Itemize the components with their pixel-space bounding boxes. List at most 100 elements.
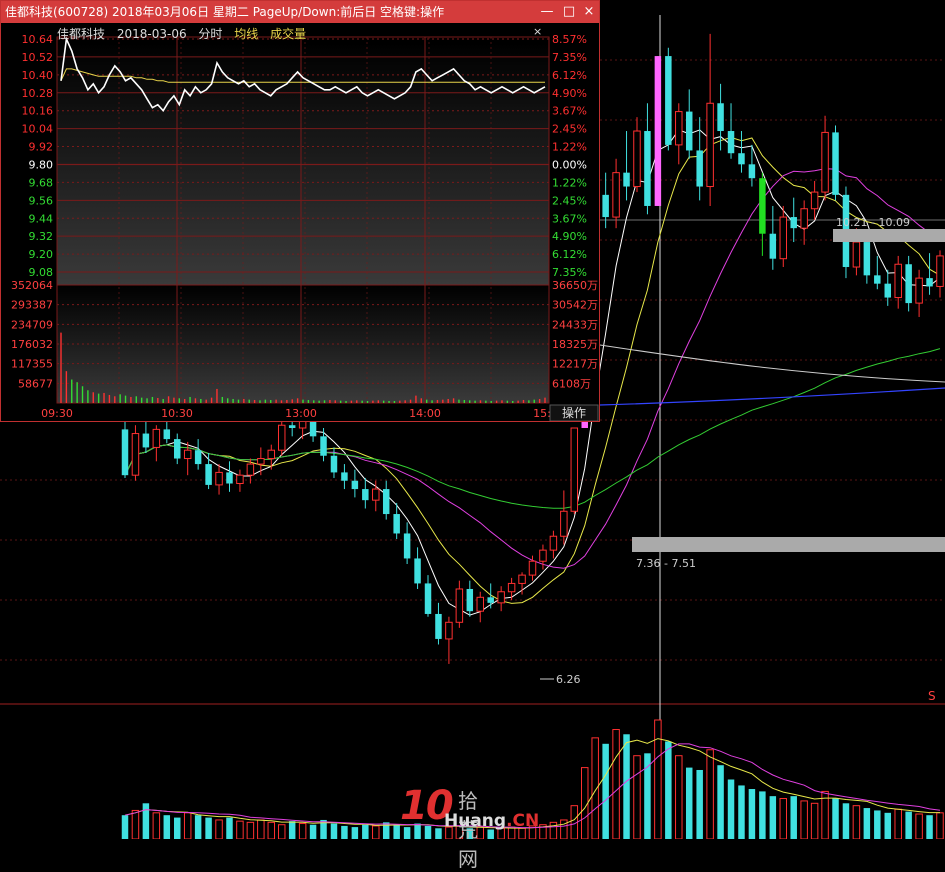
volume-bar xyxy=(612,729,620,839)
volume-bar xyxy=(759,791,766,839)
candle-body xyxy=(497,591,505,604)
candle-body xyxy=(706,102,714,188)
pct-tick-label: 3.67% xyxy=(552,212,587,225)
avg-line-legend: 均线 xyxy=(234,27,259,41)
candle-body xyxy=(414,558,421,584)
candle-body xyxy=(424,583,432,614)
time-tick-label: 10:30 xyxy=(161,407,193,420)
price-tick-label: 10.16 xyxy=(22,105,54,118)
volume-tick-label: 58677 xyxy=(18,377,53,390)
popup-title-bar[interactable]: 佳都科技(600728) 2018年03月06日 星期二 PageUp/Down… xyxy=(1,1,599,23)
price-tick-label: 10.04 xyxy=(22,123,54,136)
volume-tick-label: 234709 xyxy=(11,318,53,331)
operate-button-label: 操作 xyxy=(562,405,586,420)
kline-label-lower: 7.36 - 7.51 xyxy=(636,557,696,570)
volume-bar xyxy=(779,798,788,839)
candle-body xyxy=(790,217,797,229)
volume-bar xyxy=(330,823,338,839)
volume-bar xyxy=(717,765,724,839)
time-tick-label: 13:00 xyxy=(285,407,317,420)
candle-body xyxy=(654,56,662,206)
candle-body xyxy=(915,277,923,304)
volume-amount-label: 36650万 xyxy=(552,279,598,292)
volume-bar xyxy=(246,821,255,839)
volume-bar xyxy=(372,825,380,839)
volume-bar xyxy=(633,755,641,839)
candle-body xyxy=(810,191,819,210)
volume-bar xyxy=(842,803,850,839)
maximize-icon[interactable]: □ xyxy=(561,4,577,20)
candle-body xyxy=(445,621,453,640)
candle-body xyxy=(884,283,891,298)
pct-tick-label: 8.57% xyxy=(552,33,587,46)
close-icon[interactable]: × xyxy=(581,4,597,20)
volume-amount-label: 12217万 xyxy=(552,358,598,371)
subchart-close-icon[interactable]: × xyxy=(533,25,542,38)
candle-body xyxy=(320,436,327,456)
candle-body xyxy=(936,255,944,287)
volume-bar xyxy=(435,828,442,839)
volume-bar xyxy=(790,796,797,839)
volume-tick-label: 352064 xyxy=(11,279,53,292)
price-tick-label: 10.40 xyxy=(22,69,54,82)
volume-bar xyxy=(748,789,756,839)
pct-tick-label: 3.67% xyxy=(552,105,587,118)
minimize-icon[interactable]: — xyxy=(539,4,555,20)
volume-amount-label: 24433万 xyxy=(552,318,598,331)
candle-body xyxy=(435,613,442,639)
volume-tick-label: 117355 xyxy=(11,358,53,371)
candle-body xyxy=(277,424,286,451)
candle-body xyxy=(696,150,703,187)
intraday-chart[interactable]: 10.64 8.57% 10.52 7.35% 10.40 6.12% 10.28 4.90%… xyxy=(1,23,599,421)
candle-body xyxy=(205,464,212,485)
candle-body xyxy=(863,242,871,276)
candle-body xyxy=(748,164,756,179)
pct-tick-label: 4.90% xyxy=(552,230,587,243)
intraday-date: 2018-03-06 xyxy=(116,27,187,41)
candle-body xyxy=(894,263,902,299)
price-tick-label: 10.52 xyxy=(22,51,54,64)
pct-tick-label: 2.45% xyxy=(552,123,587,136)
s-signal-icon: S xyxy=(928,689,936,703)
candle-body xyxy=(738,153,745,165)
price-tick-label: 9.56 xyxy=(29,194,54,207)
volume-bar xyxy=(549,821,558,839)
candle-body xyxy=(759,178,766,234)
candle-body xyxy=(539,549,547,562)
volume-bar xyxy=(863,808,871,839)
volume-bar xyxy=(852,805,861,839)
price-tick-label: 9.32 xyxy=(29,230,54,243)
volume-bar xyxy=(727,779,735,839)
volume-bar xyxy=(874,810,881,839)
candle-body xyxy=(560,510,568,537)
volume-bar xyxy=(215,819,223,839)
pct-tick-label: 0.00% xyxy=(552,158,587,171)
volume-bar xyxy=(298,823,307,839)
volume-bar xyxy=(257,819,265,839)
pct-tick-label: 7.35% xyxy=(552,51,587,64)
candle-body xyxy=(874,275,881,284)
candle-body xyxy=(727,131,735,154)
candle-body xyxy=(174,439,181,459)
price-tick-label: 9.44 xyxy=(29,212,54,225)
volume-bar xyxy=(894,808,902,839)
volume-bar xyxy=(341,825,348,839)
volume-bar xyxy=(654,719,662,839)
time-tick-label: 09:30 xyxy=(41,407,73,420)
candle-body xyxy=(330,455,338,473)
candle-body xyxy=(633,130,641,188)
candle-body xyxy=(257,458,265,465)
volume-bar xyxy=(226,817,233,839)
candle-body xyxy=(382,489,390,515)
candle-body xyxy=(455,588,464,623)
candle-body xyxy=(675,111,683,146)
intraday-popup-window[interactable]: 佳都科技(600728) 2018年03月06日 星期二 PageUp/Down… xyxy=(0,0,600,422)
volume-legend: 成交量 xyxy=(270,27,307,41)
ma120-line xyxy=(599,344,945,383)
volume-amount-label: 18325万 xyxy=(552,338,598,351)
candle-body xyxy=(466,588,474,612)
popup-title: 佳都科技(600728) 2018年03月06日 星期二 PageUp/Down… xyxy=(5,5,445,19)
candle-body xyxy=(152,428,161,448)
volume-tick-label: 176032 xyxy=(11,338,53,351)
volume-bar xyxy=(602,743,609,839)
